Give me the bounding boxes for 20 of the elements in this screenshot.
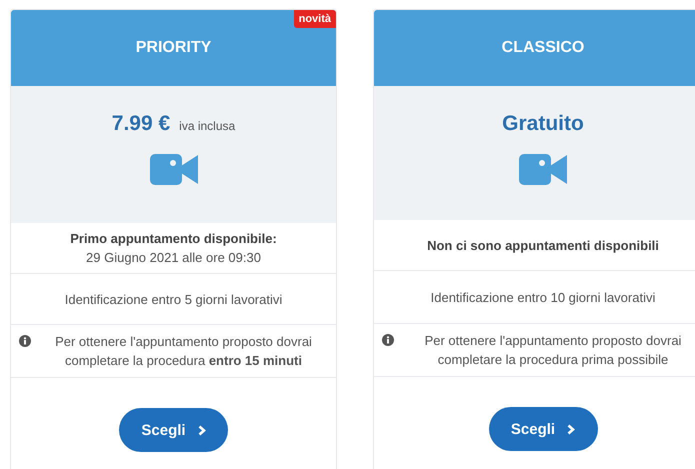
chevron-right-icon bbox=[198, 424, 206, 436]
choose-button[interactable]: Scegli bbox=[119, 408, 228, 452]
chevron-right-icon bbox=[567, 424, 576, 434]
choose-button[interactable]: Scegli bbox=[488, 407, 598, 451]
price-note: iva inclusa bbox=[179, 119, 236, 133]
identification-time: Identificazione entro 5 giorni lavorativi bbox=[64, 290, 282, 308]
plan-price: 7.99 € bbox=[112, 112, 170, 136]
appointment-status: Non ci sono appuntamenti disponibili bbox=[427, 236, 659, 254]
info-icon bbox=[19, 335, 31, 347]
video-camera-icon bbox=[150, 154, 198, 185]
info-icon bbox=[382, 334, 394, 346]
info-text: Per ottenere l'appuntamento proposto dovrai completare la procedura entro 15 minuti bbox=[54, 333, 313, 370]
identification-time: Identificazione entro 10 giorni lavorativi bbox=[430, 288, 656, 306]
info-text: Per ottenere l'appuntamento proposto dovrai completare la procedura prima possibile bbox=[424, 332, 682, 369]
plan-title: CLASSICO bbox=[374, 10, 695, 86]
video-camera-icon bbox=[519, 154, 567, 185]
appointment-date: 29 Giugno 2021 alle ore 09:30 bbox=[86, 249, 261, 267]
new-badge: novità bbox=[294, 10, 336, 28]
appointment-status: Primo appuntamento disponibile: bbox=[70, 230, 277, 248]
plan-price: Gratuito bbox=[502, 112, 584, 136]
